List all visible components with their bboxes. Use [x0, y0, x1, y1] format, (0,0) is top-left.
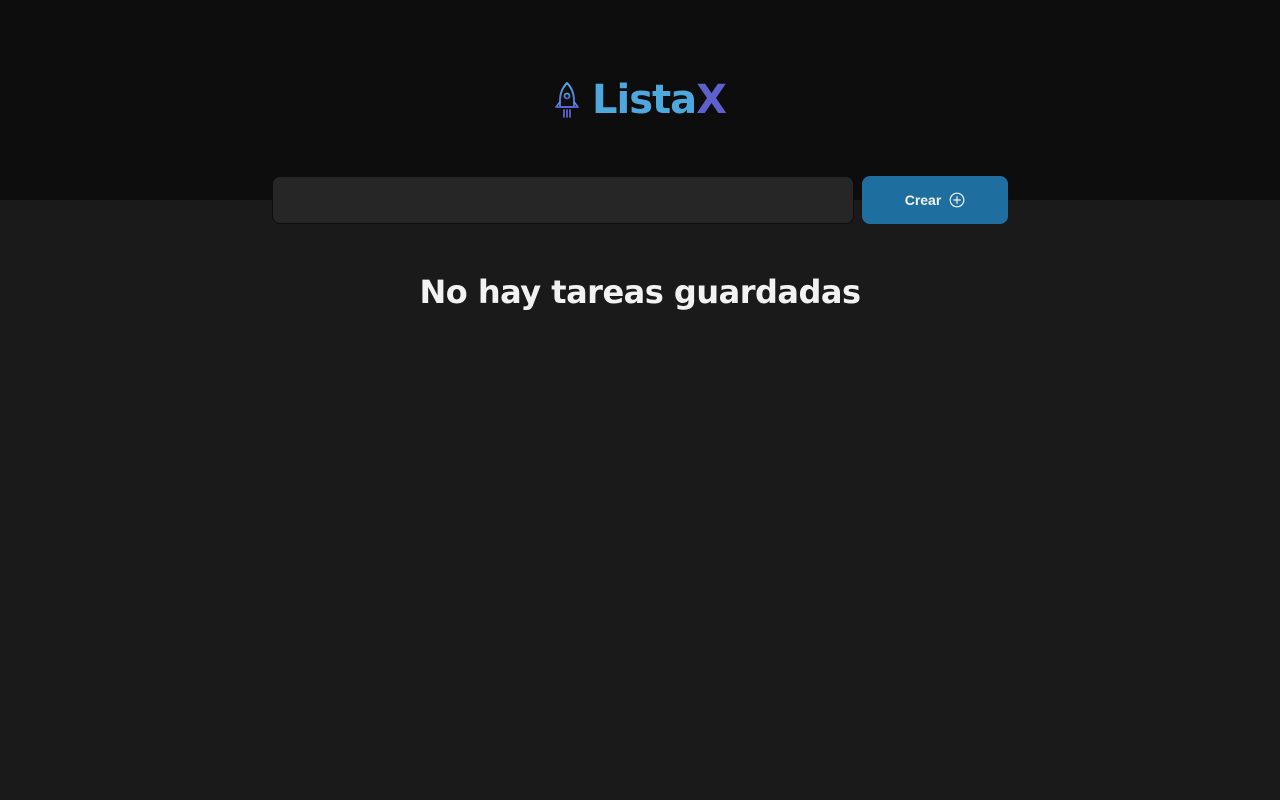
- logo-text-part1: Lista: [592, 77, 697, 123]
- logo: ListaX: [0, 78, 1280, 122]
- logo-text-part2: X: [696, 77, 727, 123]
- header: ListaX: [0, 0, 1280, 200]
- new-task-form: Crear: [272, 176, 1008, 224]
- create-button[interactable]: Crear: [862, 176, 1008, 224]
- empty-tasks-message: No hay tareas guardadas: [419, 273, 861, 311]
- logo-text: ListaX: [592, 77, 727, 123]
- plus-circle-icon: [949, 192, 965, 208]
- create-button-label: Crear: [904, 192, 942, 208]
- task-input[interactable]: [272, 176, 854, 224]
- rocket-icon: [554, 81, 580, 119]
